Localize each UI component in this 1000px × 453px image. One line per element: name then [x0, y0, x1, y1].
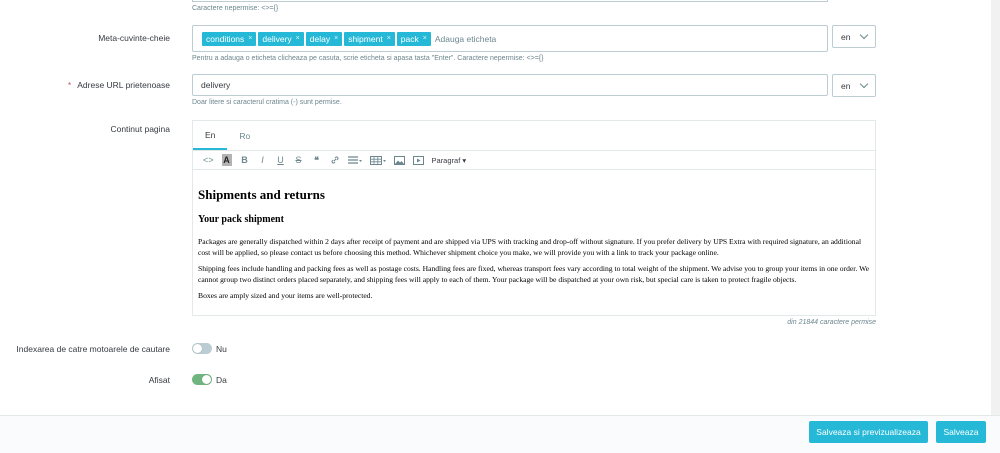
- tag-label: pack: [400, 33, 419, 44]
- paragraph-format-dropdown[interactable]: Paragraf ▾: [432, 156, 467, 165]
- blockquote-icon[interactable]: ❝: [312, 154, 322, 166]
- tag-chip[interactable]: conditions ×: [202, 31, 257, 46]
- table-icon[interactable]: [369, 154, 386, 166]
- paragraph-format-label: Paragraf: [431, 155, 461, 165]
- content-heading-1: Shipments and returns: [198, 187, 325, 202]
- meta-keywords-tags-field[interactable]: conditions × delivery × delay × shipment × p…: [192, 25, 828, 52]
- language-value: en: [841, 80, 851, 91]
- tab-en[interactable]: En: [193, 121, 228, 150]
- indexing-value: Nu: [216, 344, 227, 354]
- tag-chip[interactable]: delay ×: [305, 31, 343, 46]
- tab-ro[interactable]: Ro: [227, 121, 262, 150]
- source-code-icon[interactable]: <>: [203, 154, 214, 166]
- required-marker: *: [67, 80, 72, 90]
- content-paragraph: Shipping fees include handling and packi…: [198, 264, 869, 284]
- content-heading-2: Your pack shipment: [198, 214, 284, 225]
- indexing-label: Indexarea de catre motoarele de cautare: [16, 344, 170, 354]
- remove-tag-icon[interactable]: ×: [334, 32, 338, 46]
- content-paragraph: Boxes are amply sized and your items are…: [198, 291, 373, 300]
- image-icon[interactable]: [393, 154, 405, 166]
- friendly-url-help: Doar litere si caracterul cratima (-) su…: [192, 99, 342, 106]
- friendly-url-label: * Adrese URL prietenoase: [40, 80, 170, 90]
- media-icon[interactable]: [412, 154, 424, 166]
- tag-chip[interactable]: shipment ×: [344, 31, 395, 46]
- link-icon[interactable]: [330, 154, 340, 166]
- add-tag-input[interactable]: [434, 33, 585, 44]
- displayed-value: Da: [216, 375, 227, 385]
- align-icon[interactable]: [347, 154, 362, 166]
- italic-icon[interactable]: I: [258, 154, 268, 166]
- page-content-label: Continut pagina: [110, 124, 170, 134]
- save-button[interactable]: Salveaza: [936, 421, 986, 443]
- remove-tag-icon[interactable]: ×: [248, 32, 252, 46]
- indexing-toggle[interactable]: [192, 343, 212, 354]
- chevron-down-icon: [859, 30, 869, 40]
- tag-label: shipment: [348, 33, 383, 44]
- strikethrough-icon[interactable]: S: [294, 154, 304, 166]
- language-tabs: En Ro: [193, 121, 875, 151]
- previous-field-border: [192, 0, 828, 2]
- tag-label: delay: [309, 33, 331, 44]
- friendly-url-label-text: Adrese URL prietenoase: [77, 80, 170, 90]
- tag-label: delivery: [262, 33, 292, 44]
- meta-keywords-label: Meta-cuvinte-cheie: [98, 33, 170, 43]
- text-color-icon[interactable]: A: [221, 154, 232, 166]
- tag-chip[interactable]: pack ×: [396, 31, 431, 46]
- underline-icon[interactable]: U: [276, 154, 286, 166]
- save-and-preview-button[interactable]: Salveaza si previzualizeaza: [809, 421, 928, 443]
- meta-keywords-language-select[interactable]: en: [832, 25, 876, 48]
- tag-label: conditions: [206, 33, 245, 44]
- language-value: en: [841, 31, 851, 42]
- tag-chip[interactable]: delivery ×: [258, 31, 304, 46]
- remove-tag-icon[interactable]: ×: [296, 32, 300, 46]
- displayed-label: Afisat: [148, 375, 170, 385]
- friendly-url-input[interactable]: [192, 74, 828, 96]
- remove-tag-icon[interactable]: ×: [423, 32, 427, 46]
- bold-icon[interactable]: B: [240, 154, 250, 166]
- previous-field-help: Caractere nepermise: <>={}: [192, 5, 279, 12]
- rich-text-editor: En Ro <> A B I U S ❝ Paragraf ▾ Shipment…: [192, 120, 876, 316]
- editor-toolbar: <> A B I U S ❝ Paragraf ▾: [193, 151, 875, 170]
- chevron-down-icon: [859, 79, 869, 89]
- character-counter: din 21844 caractere permise: [787, 319, 876, 326]
- meta-keywords-help: Pentru a adauga o eticheta clicheaza pe …: [192, 55, 544, 62]
- content-paragraph: Packages are generally dispatched within…: [198, 237, 862, 257]
- editor-content-area[interactable]: Shipments and returns Your pack shipment…: [193, 170, 875, 315]
- displayed-toggle[interactable]: [192, 374, 212, 385]
- friendly-url-language-select[interactable]: en: [832, 74, 876, 97]
- toggle-knob: [193, 344, 202, 353]
- page-scrollbar[interactable]: [991, 0, 1000, 415]
- remove-tag-icon[interactable]: ×: [387, 32, 391, 46]
- toggle-knob: [202, 375, 211, 384]
